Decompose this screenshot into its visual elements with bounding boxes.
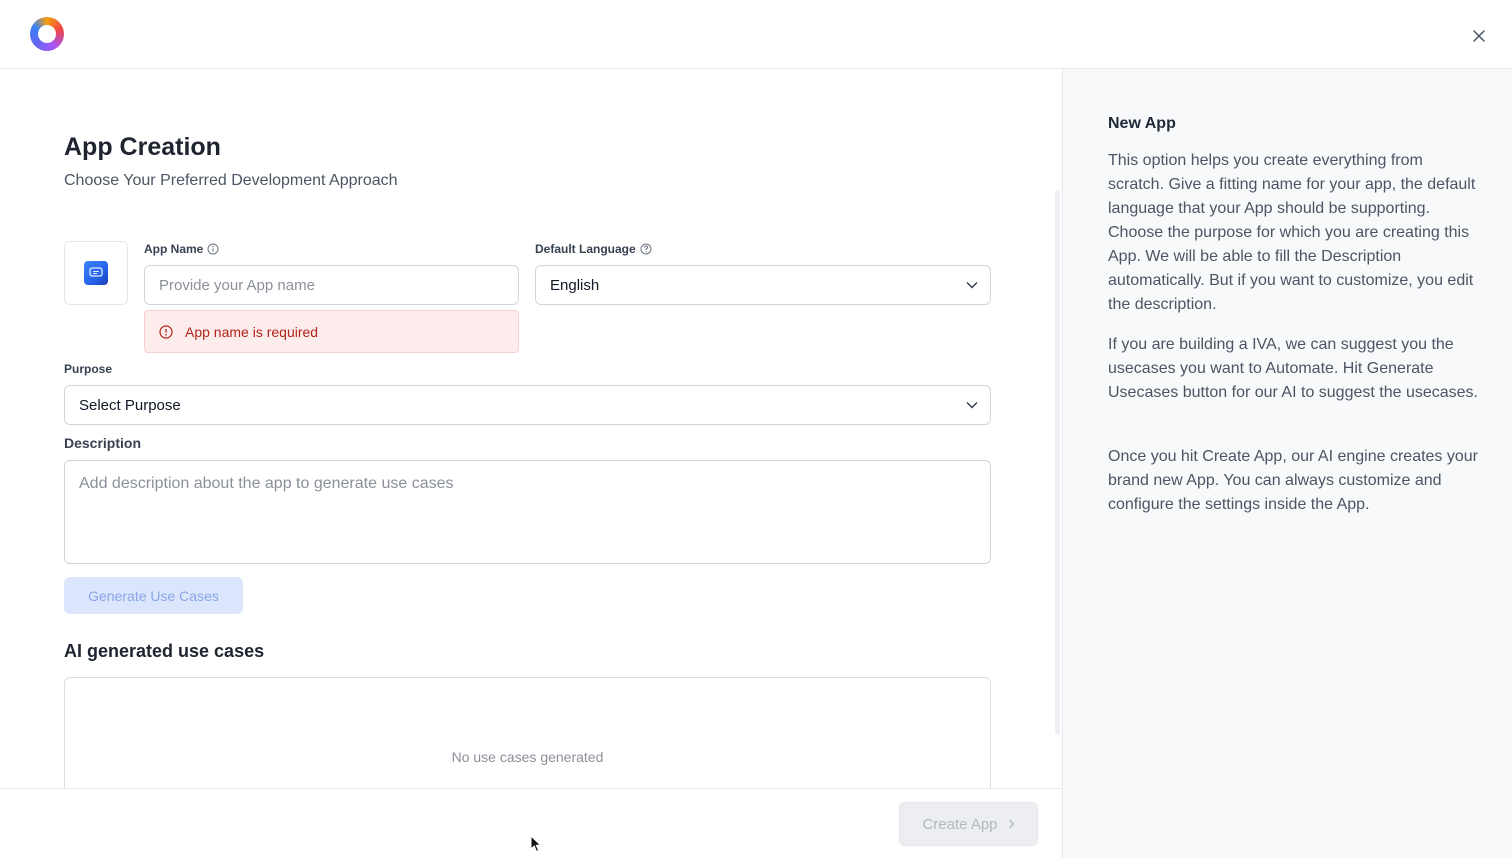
app-name-label: App Name: [144, 242, 219, 256]
side-paragraph-2: If you are building a IVA, we can sugges…: [1108, 336, 1478, 401]
purpose-label: Purpose: [64, 362, 113, 376]
close-button[interactable]: [1468, 25, 1490, 47]
chevron-down-icon: [966, 281, 978, 289]
form-panel: App Creation Choose Your Preferred Devel…: [0, 69, 1062, 788]
alert-icon: [159, 324, 173, 339]
default-language-select[interactable]: English: [535, 265, 991, 305]
close-icon: [1473, 30, 1485, 42]
side-panel-title: New App: [1108, 115, 1176, 132]
chevron-right-icon: [1008, 819, 1015, 829]
app-icon-picker[interactable]: [64, 241, 128, 305]
chat-icon: [84, 261, 108, 285]
app-name-input[interactable]: [144, 265, 519, 305]
create-app-button[interactable]: Create App: [899, 802, 1038, 846]
scrollbar[interactable]: [1055, 190, 1060, 735]
app-name-error: App name is required: [144, 310, 519, 353]
description-label: Description: [64, 435, 142, 451]
chevron-down-icon: [966, 401, 978, 409]
top-bar: [0, 0, 1512, 69]
side-paragraph-3: Once you hit Create App, our AI engine c…: [1108, 448, 1478, 513]
use-cases-heading: AI generated use cases: [64, 641, 265, 661]
purpose-select[interactable]: Select Purpose: [64, 385, 991, 425]
side-paragraph-1: This option helps you create everything …: [1108, 152, 1476, 313]
generate-use-cases-button[interactable]: Generate Use Cases: [64, 577, 243, 614]
page-title: App Creation: [64, 133, 221, 161]
help-side-panel: New App This option helps you create eve…: [1062, 69, 1512, 858]
logo-icon: [30, 17, 64, 51]
info-icon[interactable]: [207, 243, 219, 255]
default-language-label: Default Language: [535, 242, 652, 256]
help-icon[interactable]: [640, 243, 652, 255]
description-textarea[interactable]: [64, 460, 991, 564]
cursor-icon: [530, 835, 542, 853]
use-cases-empty-text: No use cases generated: [451, 749, 604, 765]
page-subtitle: Choose Your Preferred Development Approa…: [64, 172, 398, 189]
use-cases-list: No use cases generated: [64, 677, 991, 788]
